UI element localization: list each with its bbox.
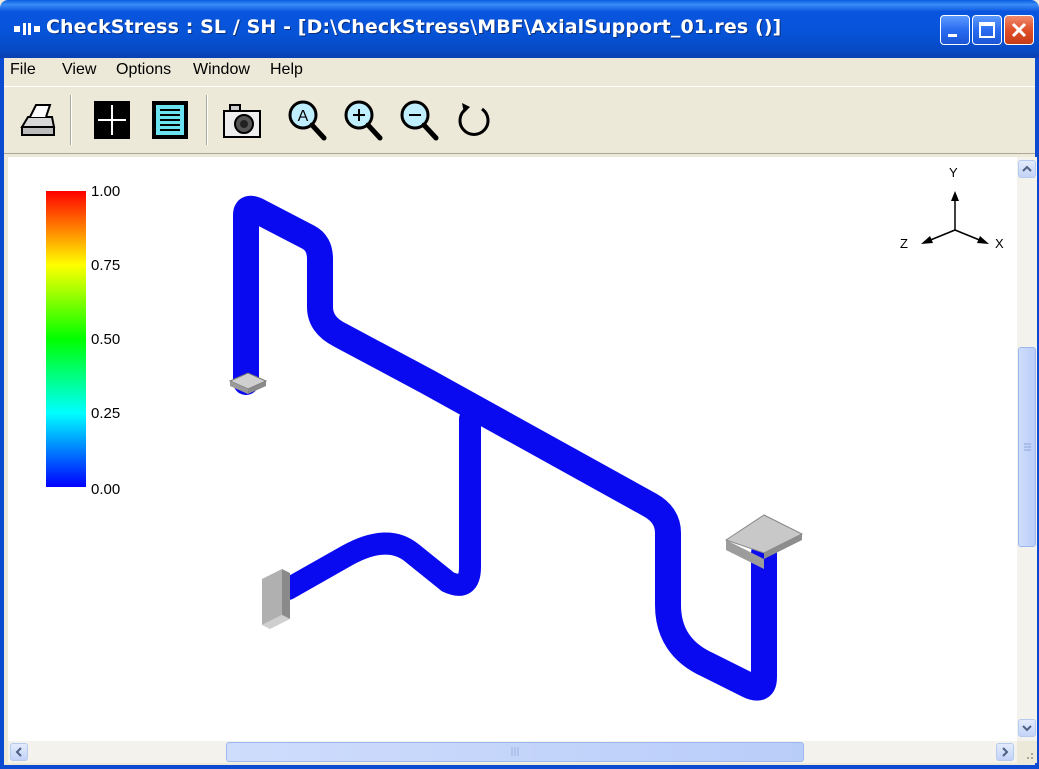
toolbar: A	[4, 86, 1035, 154]
maximize-button[interactable]	[972, 15, 1002, 45]
toolbar-separator	[206, 95, 208, 145]
window-frame-left	[0, 58, 4, 769]
title-bar: CheckStress : SL / SH - [D:\CheckStress\…	[0, 0, 1039, 58]
rotate-icon[interactable]	[452, 97, 496, 143]
print-icon[interactable]	[16, 97, 60, 143]
toolbar-separator	[70, 95, 72, 145]
vertical-scroll-thumb[interactable]	[1018, 347, 1036, 547]
axis-label-z: Z	[900, 236, 908, 251]
menu-options[interactable]: Options	[116, 61, 171, 79]
zoom-out-icon[interactable]	[396, 97, 440, 143]
size-grip-icon	[1027, 753, 1033, 759]
scroll-left-button[interactable]	[10, 743, 28, 761]
vertical-scrollbar[interactable]	[1017, 157, 1037, 741]
legend-color-bar	[46, 191, 86, 487]
minimize-button[interactable]	[940, 15, 970, 45]
horizontal-scroll-thumb[interactable]: |||	[226, 742, 804, 762]
zoom-auto-icon[interactable]: A	[284, 97, 328, 143]
menu-view[interactable]: View	[62, 61, 96, 79]
chevron-left-icon	[15, 747, 22, 757]
app-icon	[14, 23, 40, 35]
chevron-down-icon	[1022, 725, 1032, 732]
chevron-up-icon	[1022, 165, 1032, 172]
horizontal-scrollbar[interactable]: |||	[8, 741, 1017, 763]
pipe-support	[262, 569, 290, 629]
menu-help[interactable]: Help	[270, 61, 303, 79]
viewport-canvas: 1.00 0.75 0.50 0.25 0.00 Y Z X	[46, 165, 1004, 701]
menu-bar: File View Options Window Help	[4, 58, 1035, 86]
size-grip[interactable]	[1017, 741, 1037, 763]
stress-viewport[interactable]: 1.00 0.75 0.50 0.25 0.00 Y Z X	[8, 157, 1017, 741]
maximize-icon	[979, 22, 995, 38]
zoom-in-icon[interactable]	[340, 97, 384, 143]
legend-tick: 0.75	[91, 257, 120, 274]
svg-text:A: A	[298, 108, 309, 125]
grip-icon	[1024, 443, 1031, 451]
window-title: CheckStress : SL / SH - [D:\CheckStress\…	[46, 16, 782, 38]
document-list-icon[interactable]	[148, 97, 192, 143]
axis-triad: Y Z X	[900, 165, 1004, 251]
camera-icon[interactable]	[220, 97, 264, 143]
chevron-right-icon	[1002, 747, 1009, 757]
legend-tick: 0.50	[91, 331, 120, 348]
window-frame-bottom	[0, 765, 1039, 769]
axis-label-x: X	[995, 236, 1004, 251]
scroll-down-button[interactable]	[1018, 719, 1036, 737]
menu-file[interactable]: File	[10, 61, 36, 79]
scroll-right-button[interactable]	[996, 743, 1014, 761]
axis-label-y: Y	[949, 165, 958, 180]
minimize-icon	[948, 34, 957, 37]
legend-tick: 1.00	[91, 183, 120, 200]
scroll-up-button[interactable]	[1018, 160, 1036, 178]
legend-tick: 0.25	[91, 405, 120, 422]
pipe-support	[724, 514, 804, 569]
crosshair-icon[interactable]	[90, 97, 134, 143]
pipe-model	[233, 195, 777, 701]
close-icon	[1011, 22, 1027, 38]
menu-window[interactable]: Window	[193, 61, 250, 79]
close-button[interactable]	[1004, 15, 1034, 45]
legend-tick: 0.00	[91, 481, 120, 498]
